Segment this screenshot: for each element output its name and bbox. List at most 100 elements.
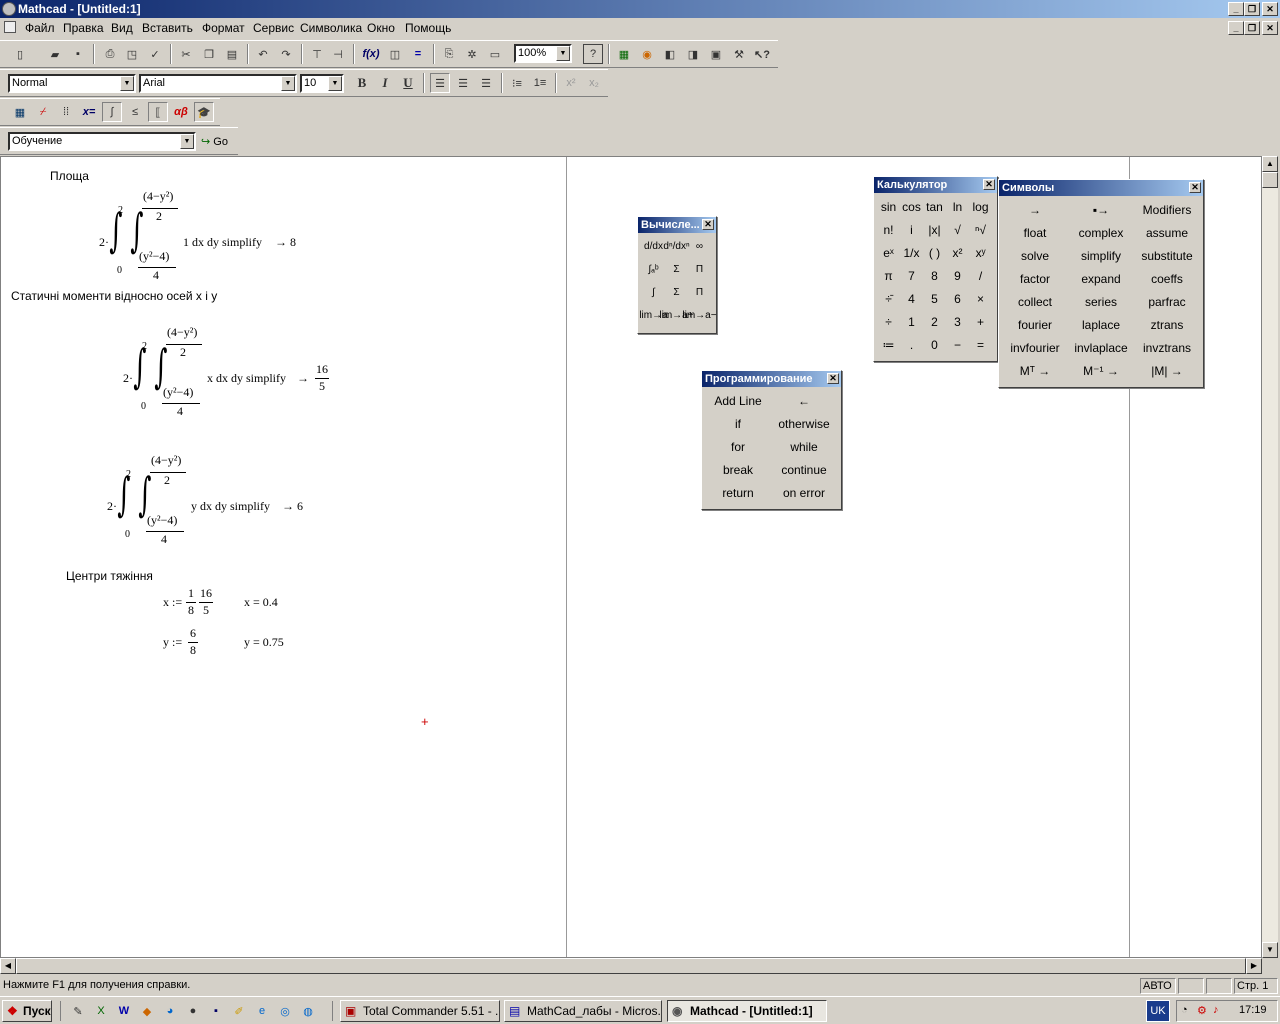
underline-button[interactable]: U bbox=[398, 73, 418, 93]
close-icon[interactable]: ✕ bbox=[702, 219, 714, 230]
quicklaunch-ie-icon[interactable]: e bbox=[252, 1001, 272, 1021]
tray-network-icon[interactable]: ⚙ bbox=[1197, 1004, 1207, 1017]
moment-x-integral[interactable]: 2· ∫ 2 0 ∫ (4−y²) 2 (y²−4) 4 x dx dy sim… bbox=[123, 323, 343, 428]
document-icon[interactable] bbox=[4, 21, 16, 33]
symbolic-keyword-button[interactable]: parfrac bbox=[1134, 290, 1200, 313]
scroll-up-icon[interactable]: ▲ bbox=[1262, 156, 1278, 172]
symbolic-keyword-button[interactable]: simplify bbox=[1068, 244, 1134, 267]
quicklaunch-app-icon[interactable]: ◆ bbox=[137, 1001, 157, 1021]
programming-keyword-button[interactable]: for bbox=[705, 435, 771, 458]
quicklaunch-app-icon[interactable]: ▪ bbox=[206, 1001, 226, 1021]
calculator-button[interactable]: xʸ bbox=[969, 241, 992, 264]
insert-component-icon[interactable]: ✲ bbox=[462, 44, 482, 64]
menu-file[interactable]: Файл bbox=[25, 21, 55, 35]
start-button[interactable]: ❖ Пуск bbox=[2, 1000, 52, 1022]
excel-icon[interactable]: ▦ bbox=[614, 44, 634, 64]
insert-hyperlink-icon[interactable]: ⎘ bbox=[439, 44, 459, 64]
align-center-icon[interactable]: ☰ bbox=[453, 73, 473, 93]
font-select[interactable]: Arial ▼ bbox=[139, 74, 297, 93]
calculator-button[interactable]: ( ) bbox=[923, 241, 946, 264]
close-icon[interactable]: ✕ bbox=[827, 373, 839, 384]
symbolic-keyword-button[interactable]: invfourier bbox=[1002, 336, 1068, 359]
moment-y-integral[interactable]: 2· ∫ 2 0 ∫ (4−y²) 2 (y²−4) 4 y dx dy sim… bbox=[107, 451, 327, 556]
calculus-panel-title[interactable]: Вычисле... ✕ bbox=[638, 217, 716, 233]
menu-symbolics[interactable]: Символика bbox=[300, 21, 362, 35]
calculator-button[interactable]: |x| bbox=[923, 218, 946, 241]
symbolic-keyword-button[interactable]: complex bbox=[1068, 221, 1134, 244]
centers-heading[interactable]: Центри тяжіння bbox=[66, 569, 153, 583]
tray-speaker-icon[interactable]: ♪ bbox=[1213, 1004, 1219, 1016]
symbolic-keyword-button[interactable]: |M| → bbox=[1134, 359, 1200, 382]
area-integral[interactable]: 2· ∫ 2 0 ∫ (4−y²) 2 (y²−4) 4 1 dx dy sim… bbox=[99, 187, 319, 292]
scroll-thumb-horizontal[interactable] bbox=[16, 958, 1246, 974]
symbolic-keyword-button[interactable]: expand bbox=[1068, 267, 1134, 290]
programming-keyword-button[interactable]: continue bbox=[771, 458, 837, 481]
vertical-scrollbar[interactable]: ▲ ▼ bbox=[1262, 156, 1278, 958]
symbolic-keyword-button[interactable]: M⁻¹ → bbox=[1068, 359, 1134, 382]
calculator-button[interactable]: π bbox=[877, 264, 900, 287]
calculator-button[interactable]: ⁿ√ bbox=[969, 218, 992, 241]
italic-button[interactable]: I bbox=[375, 73, 395, 93]
programming-keyword-button[interactable]: break bbox=[705, 458, 771, 481]
calculator-button[interactable]: sin bbox=[877, 195, 900, 218]
maximize-button[interactable]: ❐ bbox=[1244, 2, 1260, 16]
chevron-down-icon[interactable]: ▼ bbox=[180, 134, 194, 149]
programming-keyword-button[interactable]: ← bbox=[771, 389, 837, 412]
calculus-button[interactable]: lim→a− bbox=[682, 304, 716, 327]
area-heading[interactable]: Площа bbox=[50, 169, 89, 183]
calculator-button[interactable]: 8 bbox=[923, 264, 946, 287]
calculus-button[interactable]: d/dx bbox=[642, 235, 665, 258]
mathcad-app-icon[interactable] bbox=[2, 2, 16, 16]
calculus-button[interactable]: ∫ₐᵇ bbox=[642, 258, 665, 281]
print-preview-icon[interactable]: ◳ bbox=[122, 44, 142, 64]
align-left-icon[interactable]: ☰ bbox=[430, 73, 450, 93]
calculator-button[interactable]: − bbox=[946, 333, 969, 356]
symbolic-keyword-button[interactable]: float bbox=[1002, 221, 1068, 244]
calculator-panel-title[interactable]: Калькулятор ✕ bbox=[874, 177, 997, 193]
symbolic-keyword-button[interactable]: collect bbox=[1002, 290, 1068, 313]
calculator-button[interactable]: tan bbox=[923, 195, 946, 218]
calculus-button[interactable]: Π bbox=[688, 258, 711, 281]
symbolic-keyword-button[interactable]: fourier bbox=[1002, 313, 1068, 336]
chevron-down-icon[interactable]: ▼ bbox=[328, 76, 342, 91]
calculator-button[interactable]: 9 bbox=[946, 264, 969, 287]
calculator-button[interactable]: log bbox=[969, 195, 992, 218]
calculate-icon[interactable]: = bbox=[408, 44, 428, 64]
component-icon[interactable]: ◧ bbox=[660, 44, 680, 64]
calculus-button[interactable]: Σ bbox=[665, 258, 688, 281]
bold-button[interactable]: B bbox=[352, 73, 372, 93]
print-icon[interactable]: ⎙ bbox=[100, 44, 120, 64]
help-icon[interactable]: ? bbox=[583, 44, 603, 64]
spellcheck-icon[interactable]: ✓ bbox=[145, 44, 165, 64]
calculator-button[interactable]: 0 bbox=[923, 333, 946, 356]
symbolic-keyword-button[interactable]: invztrans bbox=[1134, 336, 1200, 359]
calculator-button[interactable]: × bbox=[969, 287, 992, 310]
insert-unit-icon[interactable]: ◫ bbox=[385, 44, 405, 64]
calculus-toolbar-icon[interactable]: ∫ bbox=[102, 102, 122, 122]
symbolic-keyword-button[interactable]: substitute bbox=[1134, 244, 1200, 267]
calculator-button[interactable]: = bbox=[969, 333, 992, 356]
symbolic-keyword-button[interactable]: → bbox=[1002, 198, 1068, 221]
new-icon[interactable]: ▯ bbox=[10, 44, 30, 64]
calc-mode-indicator[interactable]: АВТО bbox=[1140, 978, 1176, 994]
calculator-button[interactable]: ln bbox=[946, 195, 969, 218]
tools-icon[interactable]: ⚒ bbox=[729, 44, 749, 64]
task-total-commander[interactable]: ▣ Total Commander 5.51 - ... bbox=[340, 1000, 500, 1022]
symbolic-keyword-button[interactable]: laplace bbox=[1068, 313, 1134, 336]
evaluation-toolbar-icon[interactable]: x= bbox=[79, 102, 99, 122]
calculator-button[interactable]: ÷̄ bbox=[877, 287, 900, 310]
calculator-button[interactable]: / bbox=[969, 264, 992, 287]
style-select[interactable]: Normal ▼ bbox=[8, 74, 136, 93]
doc-close-button[interactable]: ✕ bbox=[1262, 21, 1278, 35]
quicklaunch-app-icon[interactable]: ◍ bbox=[298, 1001, 318, 1021]
symbolic-keyword-button[interactable]: assume bbox=[1134, 221, 1200, 244]
y-evaluation[interactable]: y = 0.75 bbox=[244, 635, 284, 650]
menu-window[interactable]: Окно bbox=[367, 21, 395, 35]
calculator-button[interactable]: eˣ bbox=[877, 241, 900, 264]
task-mathcad[interactable]: ◉ Mathcad - [Untitled:1] bbox=[667, 1000, 827, 1022]
programming-keyword-button[interactable]: while bbox=[771, 435, 837, 458]
calculator-button[interactable]: cos bbox=[900, 195, 923, 218]
symbolic-keyword-button[interactable]: ztrans bbox=[1134, 313, 1200, 336]
programming-keyword-button[interactable]: on error bbox=[771, 481, 837, 504]
calculator-button[interactable]: 4 bbox=[900, 287, 923, 310]
